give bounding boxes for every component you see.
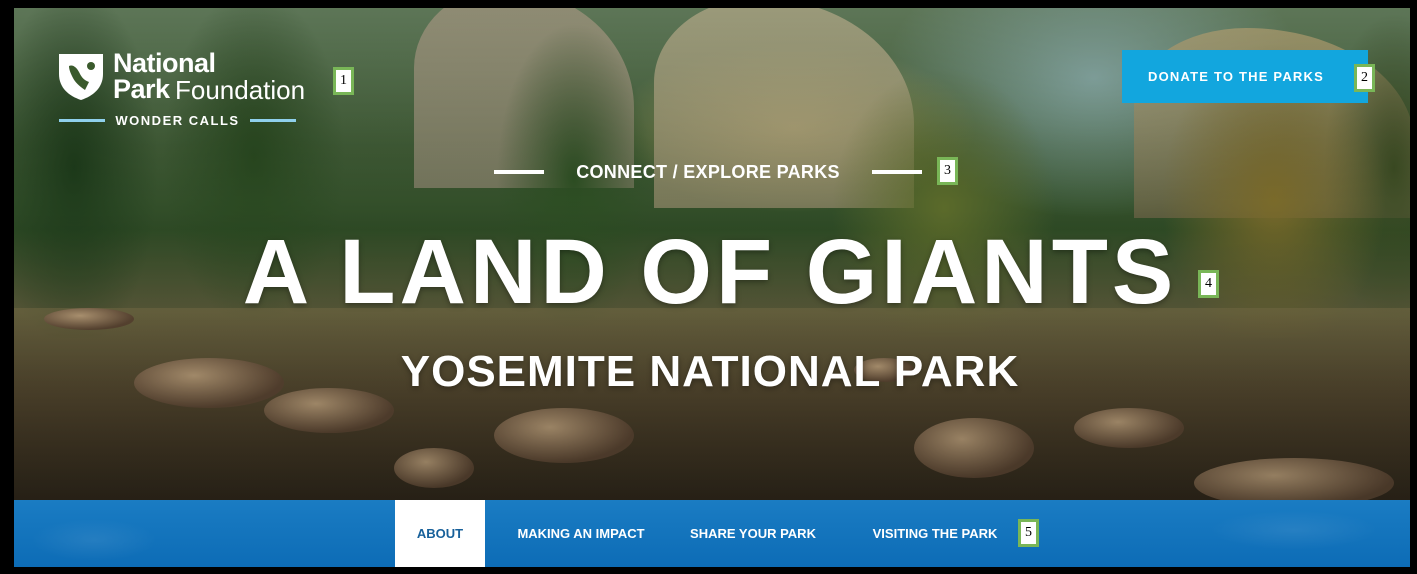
- annotation-badge: 4: [1198, 270, 1219, 298]
- site-logo[interactable]: National Park Foundation WONDER CALLS: [55, 50, 327, 132]
- tagline-rule: [59, 118, 106, 122]
- tab-share-your-park[interactable]: SHARE YOUR PARK: [673, 500, 833, 567]
- tagline-text: WONDER CALLS: [115, 112, 240, 128]
- annotation-badge: 5: [1018, 519, 1039, 547]
- page-title: A LAND OF GIANTS: [242, 221, 1178, 323]
- logo-text-park: Park: [113, 74, 170, 104]
- arrowhead-icon: [59, 54, 103, 100]
- logo-tagline: WONDER CALLS: [55, 110, 300, 130]
- tab-making-an-impact[interactable]: MAKING AN IMPACT: [489, 500, 673, 567]
- logo-text-foundation: Foundation: [175, 75, 306, 105]
- annotation-badge: 2: [1354, 64, 1375, 92]
- eyebrow-rule: [872, 170, 922, 174]
- tab-visiting-the-park[interactable]: VISITING THE PARK: [845, 500, 1025, 567]
- logo-text-national: National: [113, 48, 216, 78]
- eyebrow-text[interactable]: CONNECT / EXPLORE PARKS: [576, 162, 840, 183]
- park-name: YOSEMITE NATIONAL PARK: [400, 347, 1020, 396]
- tab-about[interactable]: ABOUT: [395, 500, 485, 567]
- eyebrow-rule: [494, 170, 544, 174]
- tagline-rule: [249, 118, 296, 122]
- donate-button[interactable]: DONATE TO THE PARKS: [1122, 50, 1368, 103]
- annotation-badge: 1: [333, 67, 354, 95]
- breadcrumb: CONNECT / EXPLORE PARKS: [494, 160, 922, 184]
- annotation-badge: 3: [937, 157, 958, 185]
- section-nav: ABOUT MAKING AN IMPACT SHARE YOUR PARK V…: [14, 500, 1410, 567]
